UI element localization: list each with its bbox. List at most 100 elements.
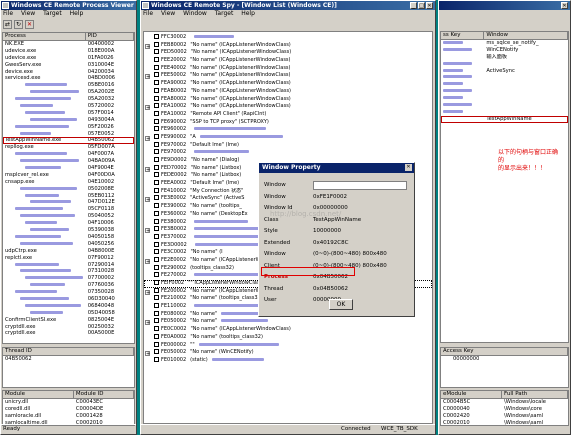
window-tree-item[interactable]: + FE990002 "A: [144, 133, 432, 142]
full-path-list[interactable]: eModule Full Path C0004B5C \Windows\local…: [440, 390, 569, 426]
process-row[interactable]: msplcver_rel.exe 04F00D0A: [3, 172, 134, 179]
expand-icon[interactable]: +: [145, 105, 150, 111]
process-row[interactable]: 05D40058: [3, 310, 134, 317]
column-full-path[interactable]: Full Path: [502, 391, 568, 398]
process-row[interactable]: udevice.exe 01FA0026: [3, 55, 134, 62]
process-row[interactable]: 04F0007A: [3, 151, 134, 158]
process-row[interactable]: 05F20026: [3, 124, 134, 131]
process-row[interactable]: cryptdll.exe 00A5000E: [3, 330, 134, 337]
column-emodule[interactable]: eModule: [441, 391, 503, 398]
window-key-row[interactable]: [441, 102, 568, 109]
refresh-icon[interactable]: ↻: [14, 19, 23, 29]
column-module-id[interactable]: Module ID: [74, 391, 134, 398]
close-icon[interactable]: ✕: [426, 2, 433, 9]
right-titlebar[interactable]: ✕: [439, 1, 570, 10]
window-key-row[interactable]: [441, 109, 568, 116]
window-tree-item[interactable]: FEE40002 "No name" (ICAppListenerWindowCl…: [144, 64, 432, 73]
expand-icon[interactable]: +: [145, 351, 150, 357]
process-row[interactable]: 05A20032: [3, 96, 134, 103]
process-row[interactable]: 05BE0016: [3, 82, 134, 89]
process-row[interactable]: TestAppWinName.exe 04B50062: [3, 137, 134, 145]
menu-target[interactable]: Target: [215, 10, 234, 17]
process-row[interactable]: cryptdll.exe 00250032: [3, 324, 134, 331]
close-icon[interactable]: ✕: [405, 164, 412, 171]
close-icon[interactable]: ✕: [561, 2, 568, 9]
menu-file[interactable]: File: [3, 10, 13, 17]
menu-target[interactable]: Target: [43, 10, 62, 17]
window-tree-item[interactable]: FEA80002 "No name" (ICAppListenerWindowCl…: [144, 95, 432, 104]
module-list[interactable]: Module Module ID unicry.dll C00043EC cored…: [2, 390, 135, 426]
expand-icon[interactable]: +: [145, 228, 150, 234]
access-key-list[interactable]: Access Key 00000000: [440, 347, 569, 388]
column-window[interactable]: Window: [484, 32, 568, 39]
full-path-row[interactable]: C0002010 \Windows\saml: [441, 420, 568, 425]
menu-help[interactable]: Help: [70, 10, 84, 17]
window-tree-item[interactable]: + FEE50002 "No name" (ICAppListenerWindowC…: [144, 72, 432, 80]
process-row[interactable]: 05EB0112: [3, 193, 134, 200]
module-row[interactable]: coredll.dll C00004DE: [3, 406, 134, 413]
process-row[interactable]: 07760036: [3, 282, 134, 289]
process-row[interactable]: 057F0014: [3, 110, 134, 117]
window-tree-item[interactable]: FEA90002 "No name" (ICAppListenerWindowCl…: [144, 80, 432, 88]
expand-icon[interactable]: +: [145, 166, 150, 172]
window-tree-item[interactable]: FE970002: [144, 149, 432, 157]
process-row[interactable]: 07350028: [3, 289, 134, 296]
window-key-row[interactable]: [441, 95, 568, 102]
process-row[interactable]: 04050158: [3, 234, 134, 241]
window-tree-item[interactable]: FEA10002 "Remote API Client" (RapiClnt): [144, 110, 432, 119]
process-row[interactable]: udpCtrp.exe 04B8000E: [3, 248, 134, 255]
column-thread-id[interactable]: Thread ID: [3, 348, 134, 355]
window-tree-item[interactable]: FE960002: [144, 126, 432, 134]
window-key-row[interactable]: [441, 88, 568, 95]
window-tree-item[interactable]: FED50002 "No name" (ICAppListenerWindowCl…: [144, 49, 432, 57]
ok-button[interactable]: OK: [329, 299, 353, 310]
expand-icon[interactable]: +: [145, 197, 150, 203]
full-path-row[interactable]: C0002420 \Windows\saml: [441, 413, 568, 420]
thread-list[interactable]: Thread ID 04B50062: [2, 347, 135, 388]
menu-window[interactable]: Window: [183, 10, 207, 17]
window-tree-item[interactable]: + FE050002 "No name" (WinCENotify): [144, 349, 432, 357]
maximize-icon[interactable]: □: [418, 2, 425, 9]
process-row[interactable]: servicesd.exe 04BD0006: [3, 75, 134, 82]
access-row[interactable]: 00000000: [441, 356, 568, 363]
window-key-row[interactable]: WinCENotify: [441, 47, 568, 54]
process-row[interactable]: GwesServ.exe 0310004E: [3, 62, 134, 69]
full-path-row[interactable]: C0004B5C \Windows\locale: [441, 399, 568, 406]
window-tree-item[interactable]: FEE20002 "No name" (ICAppListenerWindowCl…: [144, 57, 432, 65]
window-tree-item[interactable]: FE010002 (static): [144, 356, 432, 365]
window-key-row[interactable]: [441, 81, 568, 88]
process-row[interactable]: udevice.exe 018E000A: [3, 48, 134, 55]
process-row[interactable]: 05CF0118: [3, 206, 134, 213]
expand-icon[interactable]: +: [145, 43, 150, 49]
minimize-icon[interactable]: _: [410, 2, 417, 9]
module-row[interactable]: unicry.dll C00043EC: [3, 399, 134, 406]
process-row[interactable]: 07700002: [3, 275, 134, 282]
column-process[interactable]: Process: [3, 33, 86, 40]
process-row[interactable]: 047D012E: [3, 199, 134, 206]
expand-icon[interactable]: +: [145, 289, 150, 295]
window-property-titlebar[interactable]: Window Property ✕: [259, 163, 414, 173]
column-ss-key[interactable]: ss Key: [441, 32, 485, 39]
menu-help[interactable]: Help: [241, 10, 255, 17]
expand-icon[interactable]: +: [145, 320, 150, 326]
module-row[interactable]: samloracle.dll C0001428: [3, 413, 134, 420]
process-row[interactable]: 05040052: [3, 213, 134, 220]
process-row[interactable]: cnsapp.exe 04E10002: [3, 179, 134, 186]
menu-file[interactable]: File: [143, 10, 153, 17]
window-tree-item[interactable]: FE0A0002 "No name" (tooltips_class32): [144, 333, 432, 342]
window-key-row[interactable]: ms_sqlce_se_notify_: [441, 40, 568, 47]
process-row[interactable]: 04BA009A: [3, 158, 134, 165]
window-key-row[interactable]: TestAppWinName: [441, 115, 568, 123]
window-key-row[interactable]: [441, 61, 568, 68]
process-list[interactable]: Process PID NK.EXE 00400002 udevice.exe 018…: [2, 32, 135, 344]
thread-row[interactable]: 04B50062: [3, 356, 134, 363]
expand-icon[interactable]: +: [145, 258, 150, 264]
window-tree-item[interactable]: FE690002 "SSP to TCP proxy" (SCTPROXY): [144, 118, 432, 127]
window-tree-item[interactable]: FEAB0002 "No name" (ICAppListenerWindowCl…: [144, 87, 432, 96]
process-row[interactable]: device.exe 04200034: [3, 69, 134, 76]
process-row[interactable]: 05390038: [3, 227, 134, 234]
process-row[interactable]: 057E0052: [3, 131, 134, 138]
window-tree-item[interactable]: FFC30002: [144, 34, 432, 42]
menu-view[interactable]: View: [21, 10, 35, 17]
process-row[interactable]: 06840048: [3, 303, 134, 310]
